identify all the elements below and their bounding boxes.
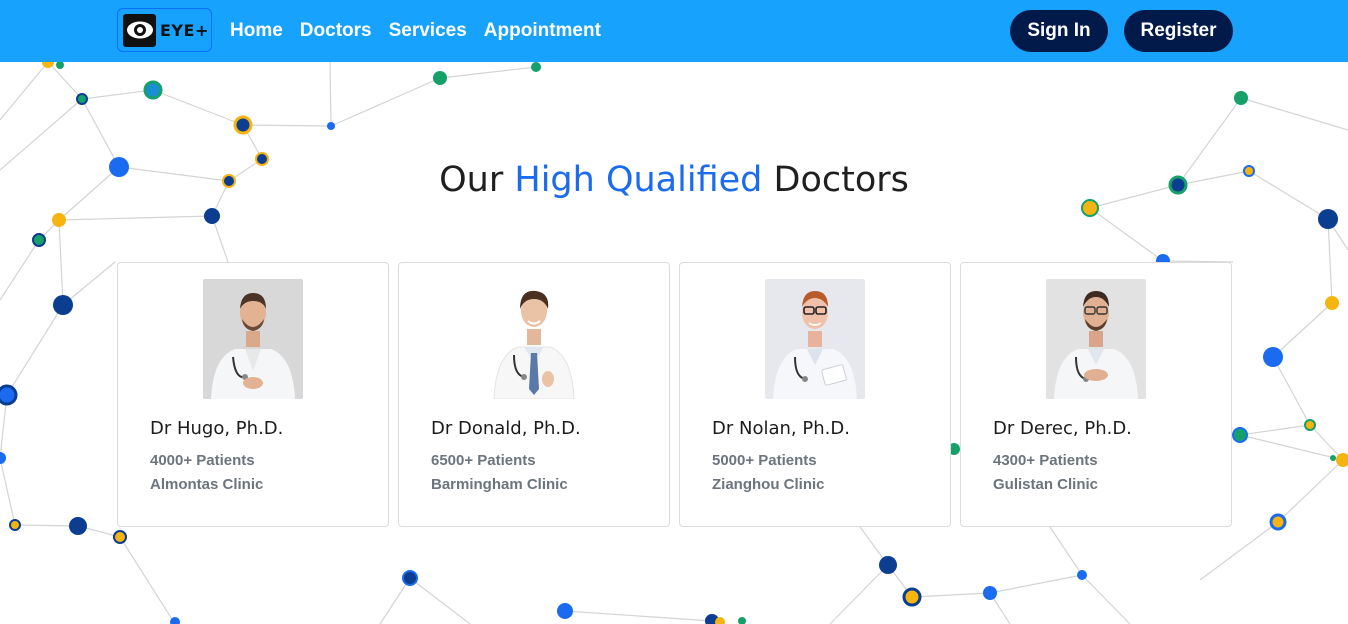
- doctor-clinic: Barmingham Clinic: [431, 476, 568, 493]
- doctor-card[interactable]: Dr Derec, Ph.D. 4300+ Patients Gulistan …: [960, 262, 1232, 527]
- doctor-card[interactable]: Dr Hugo, Ph.D. 4000+ Patients Almontas C…: [117, 262, 389, 527]
- doctor-photo: [765, 279, 865, 399]
- nav-link-appointment[interactable]: Appointment: [484, 20, 601, 42]
- doctor-photo: [1046, 279, 1146, 399]
- brand-name: EYE+: [160, 20, 209, 40]
- navbar: EYE+ Home Doctors Services Appointment S…: [0, 0, 1348, 62]
- doctor-patients: 4300+ Patients: [993, 452, 1098, 469]
- doctor-card[interactable]: Dr Nolan, Ph.D. 5000+ Patients Zianghou …: [679, 262, 951, 527]
- title-part-2: Doctors: [762, 160, 909, 200]
- doctor-name: Dr Hugo, Ph.D.: [150, 418, 284, 439]
- sign-in-button[interactable]: Sign In: [1010, 10, 1108, 52]
- doctor-patients: 5000+ Patients: [712, 452, 817, 469]
- doctor-photo: [484, 279, 584, 399]
- nav-link-services[interactable]: Services: [389, 20, 467, 42]
- doctor-card[interactable]: Dr Donald, Ph.D. 6500+ Patients Barmingh…: [398, 262, 670, 527]
- section-title: Our High Qualified Doctors: [0, 160, 1348, 200]
- doctor-clinic: Gulistan Clinic: [993, 476, 1099, 493]
- nav-link-home[interactable]: Home: [230, 20, 283, 42]
- title-part-1: Our: [439, 160, 515, 200]
- doctor-patients: 4000+ Patients: [150, 452, 255, 469]
- nav-links: Home Doctors Services Appointment: [230, 0, 601, 62]
- title-highlight: High Qualified: [514, 160, 763, 200]
- doctor-clinic: Almontas Clinic: [150, 476, 264, 493]
- brand-logo[interactable]: EYE+: [117, 8, 212, 52]
- doctor-clinic: Zianghou Clinic: [712, 476, 825, 493]
- eye-icon: [123, 13, 156, 47]
- register-button[interactable]: Register: [1124, 10, 1233, 52]
- doctor-photo: [203, 279, 303, 399]
- doctor-patients: 6500+ Patients: [431, 452, 536, 469]
- doctor-name: Dr Donald, Ph.D.: [431, 418, 581, 439]
- nav-link-doctors[interactable]: Doctors: [300, 20, 372, 42]
- doctor-name: Dr Nolan, Ph.D.: [712, 418, 850, 439]
- doctor-name: Dr Derec, Ph.D.: [993, 418, 1132, 439]
